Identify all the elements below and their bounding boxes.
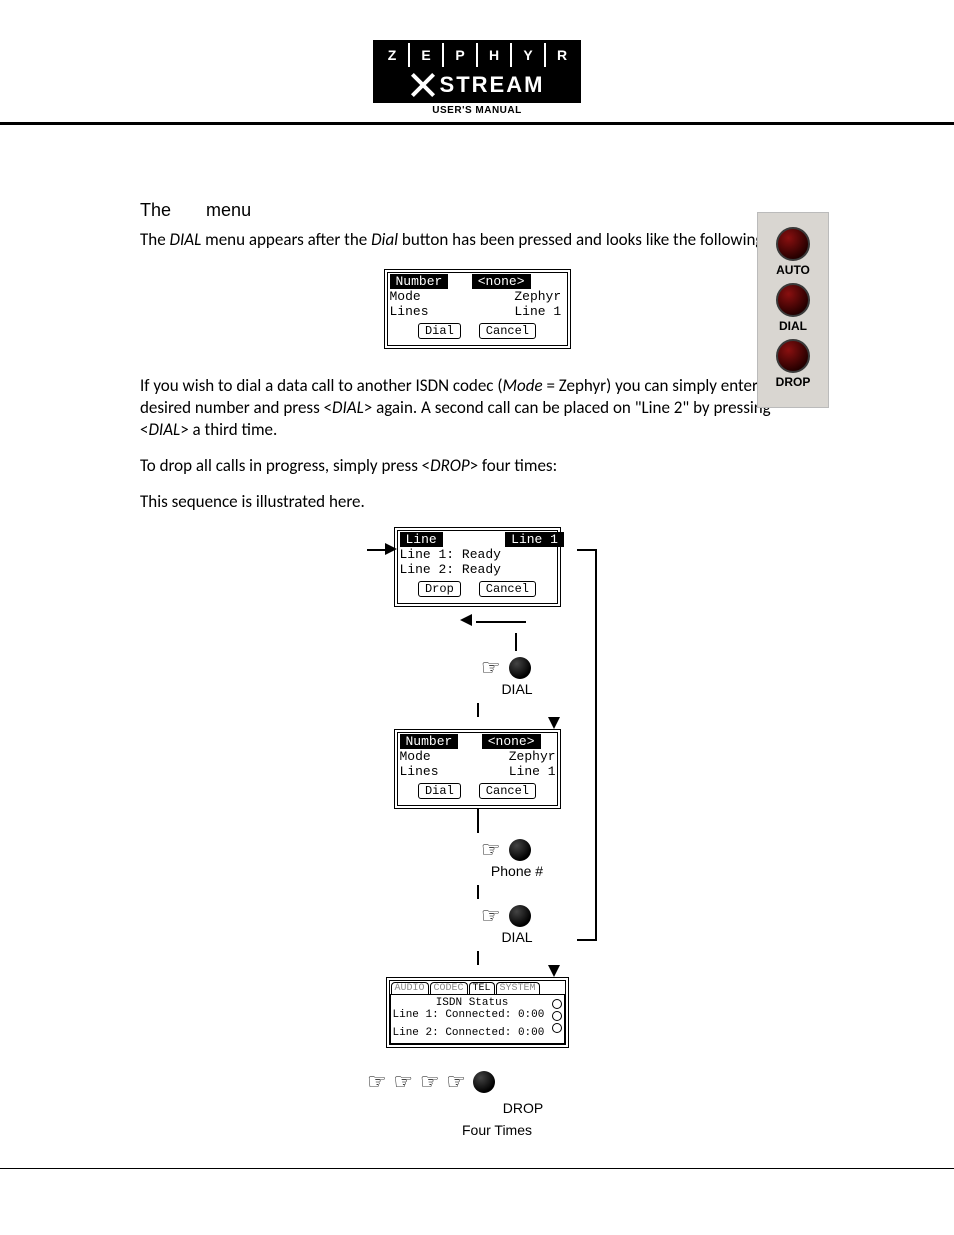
paragraph-3: To drop all calls in progress, simply pr… [140,455,814,477]
logo-letters: ZEPHYR [373,40,581,70]
drop-label: DROP [762,375,824,389]
button-press-icon [473,1071,495,1093]
tab-audio[interactable]: AUDIO [391,982,429,994]
button-press-icon [509,657,531,679]
lcd-cancel-button-2[interactable]: Cancel [479,581,536,597]
four-times-label: Four Times [357,1122,637,1138]
section-heading: The menu [140,200,814,221]
entry-line [367,549,385,551]
drop-button[interactable] [776,339,810,373]
tab-system[interactable]: SYSTEM [496,982,540,994]
pointing-hand-icon: ☞ [481,657,501,679]
lcd-mode-label: Mode [390,289,421,304]
isdn-status-title: ISDN Status [393,997,562,1009]
intro-paragraph: The DIAL menu appears after the Dial but… [140,229,814,251]
lcd-dial-button-2[interactable]: Dial [418,783,461,799]
x-icon [410,72,436,98]
paragraph-4: This sequence is illustrated here. [140,491,814,513]
lcd-cancel-button-3[interactable]: Cancel [479,783,536,799]
lcd-dial-menu: Number <none> Mode Zephyr Lines Line 1 D… [384,269,571,349]
lcd-dial-menu-2: Number <none> Mode Zephyr Lines Line 1 D… [394,729,561,809]
arrow-down-icon [548,717,560,729]
pointing-hand-icon: ☞ [481,905,501,927]
step-dial-label: DIAL [397,681,637,697]
dial-label: DIAL [762,319,824,333]
arrow-down-icon [548,965,560,977]
scroll-indicator [552,997,562,1035]
dial-button[interactable] [776,283,810,317]
button-press-icon [509,905,531,927]
button-press-icon [509,839,531,861]
paragraph-2: If you wish to dial a data call to anoth… [140,375,814,441]
lcd-dial-button[interactable]: Dial [418,323,461,339]
lcd-number-label: Number [390,274,449,289]
loop-bracket [577,549,597,941]
lcd-drop-button[interactable]: Drop [418,581,461,597]
tab-tel[interactable]: TEL [469,982,495,994]
lcd-number-value: <none> [472,274,531,289]
auto-label: AUTO [762,263,824,277]
arrow-left-icon [460,614,472,626]
entry-arrow-icon [385,543,397,555]
hardware-button-panel: AUTO DIAL DROP [757,212,829,408]
page-header: ZEPHYR STREAM USER'S MANUAL [0,0,954,125]
logo-subtitle: USER'S MANUAL [373,103,581,116]
step-drop-label: DROP [409,1100,637,1116]
step-phone-label: Phone # [397,863,637,879]
lcd-lines-label: Lines [390,304,429,319]
lcd-cancel-button[interactable]: Cancel [479,323,536,339]
tab-codec[interactable]: CODEC [430,982,468,994]
flow-diagram: Line Line 1 Line 1: Ready Line 2: Ready … [317,527,637,1138]
pointing-hand-icon: ☞ [367,1071,385,1093]
lcd-isdn-status: AUDIO CODEC TEL SYSTEM ISDN Status Line … [386,977,569,1048]
lcd-lines-value: Line 1 [514,304,561,319]
pointing-hand-icon: ☞ [446,1071,464,1093]
step-dial-label-2: DIAL [397,929,637,945]
auto-button[interactable] [776,227,810,261]
pointing-hand-icon: ☞ [393,1071,411,1093]
pointing-hand-icon: ☞ [481,839,501,861]
lcd-line-status: Line Line 1 Line 1: Ready Line 2: Ready … [394,527,561,607]
logo-brand: STREAM [373,70,581,103]
logo: ZEPHYR STREAM USER'S MANUAL [373,40,581,116]
lcd-mode-value: Zephyr [514,289,561,304]
pointing-hand-icon: ☞ [420,1071,438,1093]
